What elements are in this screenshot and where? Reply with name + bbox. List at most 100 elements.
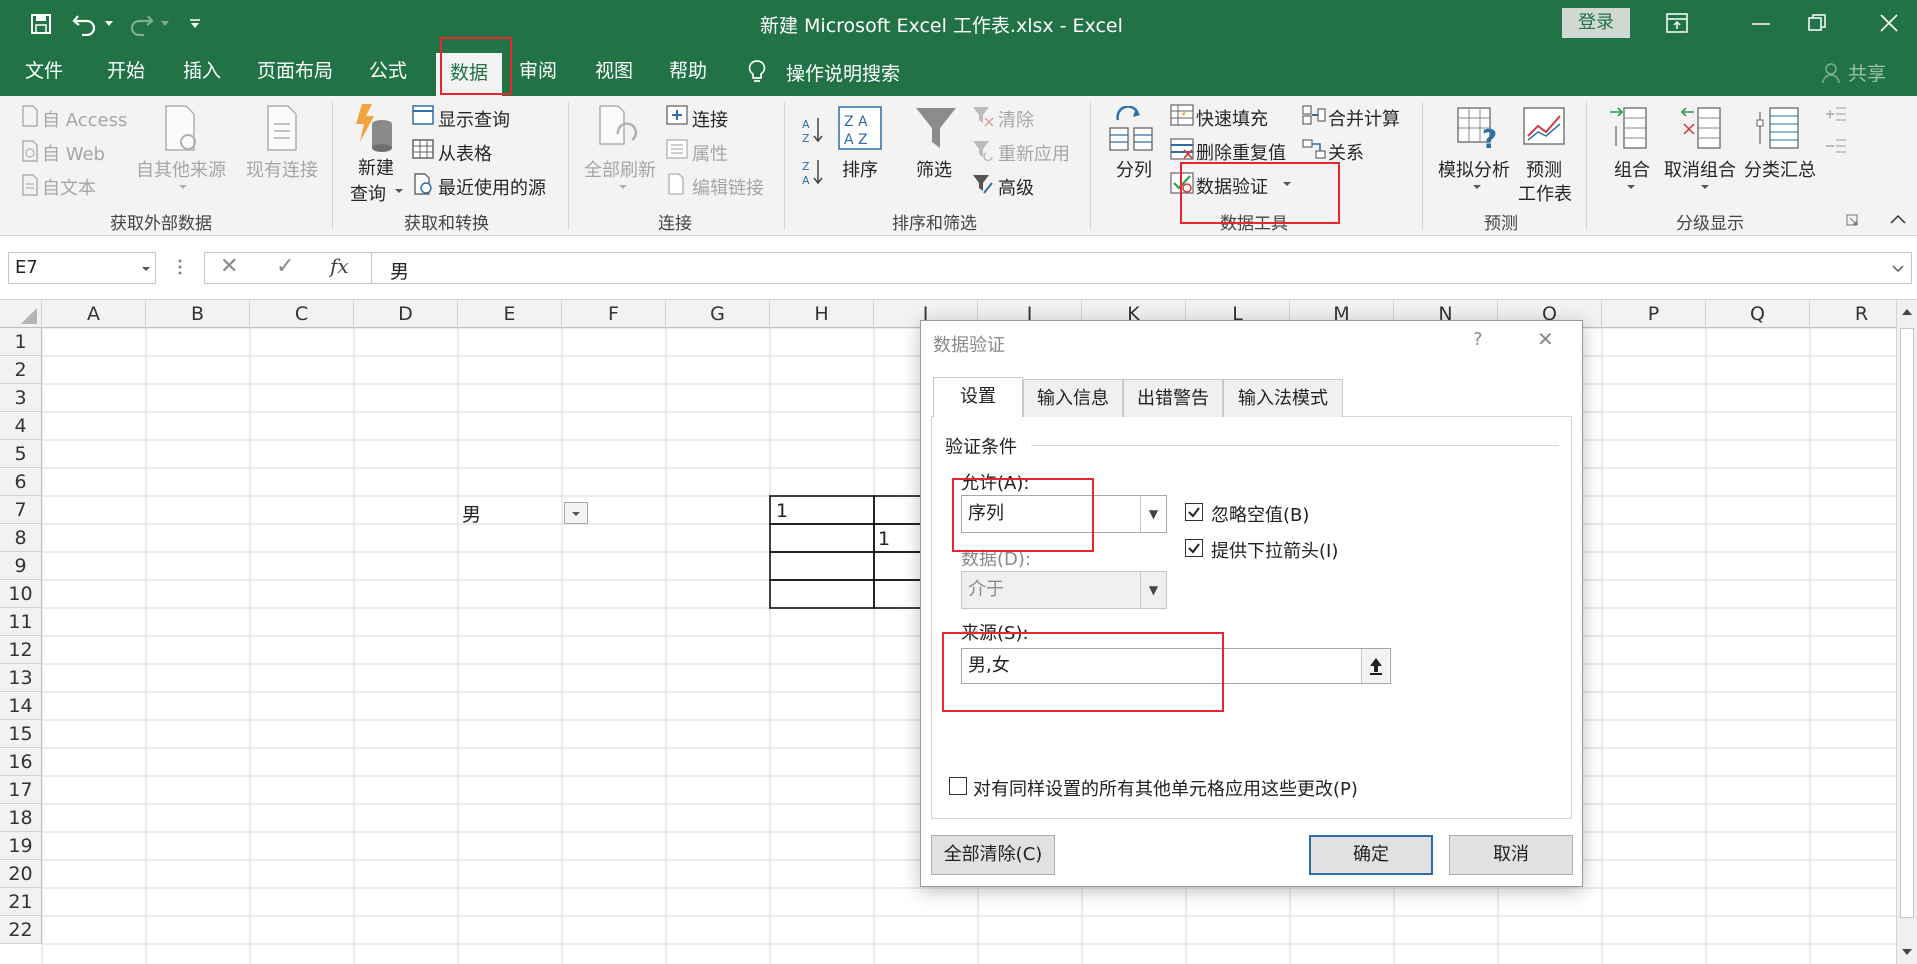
row-header-17[interactable]: 17	[0, 776, 42, 804]
reapply-button[interactable]: 重新应用	[998, 140, 1070, 166]
expand-formula-bar-icon[interactable]	[1892, 265, 1904, 273]
column-header-A[interactable]: A	[42, 300, 146, 328]
from-table-button[interactable]: 从表格	[438, 140, 492, 166]
forecast-sheet-label-2[interactable]: 工作表	[1518, 180, 1572, 206]
row-header-11[interactable]: 11	[0, 608, 42, 636]
group-button[interactable]: 组合	[1614, 156, 1650, 182]
column-header-P[interactable]: P	[1602, 300, 1706, 328]
save-icon[interactable]	[30, 13, 52, 35]
existing-connections-button[interactable]: 现有连接	[246, 156, 318, 182]
column-header-G[interactable]: G	[666, 300, 770, 328]
share-button[interactable]: 共享	[1848, 59, 1886, 86]
row-header-9[interactable]: 9	[0, 552, 42, 580]
column-header-Q[interactable]: Q	[1706, 300, 1810, 328]
row-header-21[interactable]: 21	[0, 888, 42, 916]
subtotal-button[interactable]: 分类汇总	[1744, 156, 1816, 182]
recent-sources-button[interactable]: 最近使用的源	[438, 174, 546, 200]
new-query-label-2[interactable]: 查询	[350, 180, 386, 206]
consolidate-button[interactable]: 合并计算	[1328, 105, 1400, 131]
ribbon-display-options-icon[interactable]	[1666, 13, 1688, 33]
edit-links-button[interactable]: 编辑链接	[692, 174, 764, 200]
new-query-label-1[interactable]: 新建	[358, 154, 394, 180]
tab-formulas[interactable]: 公式	[358, 47, 418, 96]
row-header-2[interactable]: 2	[0, 356, 42, 384]
collapse-dialog-button[interactable]	[1361, 649, 1389, 683]
dialog-tab-input-message[interactable]: 输入信息	[1023, 379, 1123, 417]
vertical-scrollbar[interactable]	[1896, 300, 1917, 964]
row-header-8[interactable]: 8	[0, 524, 42, 552]
row-header-19[interactable]: 19	[0, 832, 42, 860]
cell-H7[interactable]: 1	[776, 500, 788, 522]
text-to-columns-button[interactable]: 分列	[1116, 156, 1152, 182]
row-header-6[interactable]: 6	[0, 468, 42, 496]
dialog-tab-ime-mode[interactable]: 输入法模式	[1223, 379, 1343, 417]
row-header-3[interactable]: 3	[0, 384, 42, 412]
row-header-12[interactable]: 12	[0, 636, 42, 664]
row-header-18[interactable]: 18	[0, 804, 42, 832]
row-header-13[interactable]: 13	[0, 664, 42, 692]
dialog-tab-settings[interactable]: 设置	[933, 377, 1023, 417]
undo-dropdown-icon[interactable]	[104, 20, 114, 28]
apply-all-checkbox[interactable]	[949, 777, 967, 795]
in-cell-dropdown-label[interactable]: 提供下拉箭头(I)	[1211, 537, 1338, 563]
in-cell-dropdown-checkbox[interactable]	[1185, 539, 1203, 557]
undo-icon[interactable]	[72, 12, 98, 36]
clear-all-button[interactable]: 全部清除(C)	[931, 835, 1055, 875]
what-if-analysis-button[interactable]: 模拟分析	[1438, 156, 1510, 182]
row-header-14[interactable]: 14	[0, 692, 42, 720]
restore-icon[interactable]	[1808, 14, 1826, 32]
name-box[interactable]: E7	[8, 252, 156, 284]
connections-button[interactable]: 连接	[692, 106, 728, 132]
dialog-tab-error-alert[interactable]: 出错警告	[1123, 379, 1223, 417]
insert-function-icon[interactable]: fx	[330, 254, 349, 278]
column-header-H[interactable]: H	[770, 300, 874, 328]
filter-button[interactable]: 筛选	[916, 156, 952, 182]
row-header-16[interactable]: 16	[0, 748, 42, 776]
outline-settings-icon[interactable]	[1846, 214, 1858, 226]
apply-all-label[interactable]: 对有同样设置的所有其他单元格应用这些更改(P)	[973, 775, 1358, 801]
forecast-sheet-label-1[interactable]: 预测	[1526, 156, 1562, 182]
properties-button[interactable]: 属性	[692, 140, 728, 166]
tab-page-layout[interactable]: 页面布局	[250, 47, 340, 96]
tab-view[interactable]: 视图	[584, 47, 644, 96]
ignore-blank-checkbox[interactable]	[1185, 503, 1203, 521]
minimize-icon[interactable]	[1752, 22, 1770, 26]
customize-qat-icon[interactable]	[188, 18, 202, 30]
select-all-corner[interactable]	[0, 300, 42, 328]
cell-I8[interactable]: 1	[878, 528, 890, 550]
row-header-10[interactable]: 10	[0, 580, 42, 608]
sort-button[interactable]: 排序	[842, 156, 878, 182]
row-header-4[interactable]: 4	[0, 412, 42, 440]
tab-insert[interactable]: 插入	[172, 47, 232, 96]
row-header-1[interactable]: 1	[0, 328, 42, 356]
tab-review[interactable]: 审阅	[508, 47, 568, 96]
cell-E7[interactable]: 男	[462, 500, 481, 527]
advanced-button[interactable]: 高级	[998, 174, 1034, 200]
row-header-22[interactable]: 22	[0, 916, 42, 944]
name-box-dropdown-icon[interactable]	[141, 266, 151, 272]
dialog-close-icon[interactable]: ✕	[1537, 327, 1554, 351]
tab-file[interactable]: 文件	[14, 47, 74, 96]
refresh-all-button[interactable]: 全部刷新	[584, 156, 656, 182]
from-other-sources-button[interactable]: 自其他来源	[136, 156, 226, 182]
from-web-button[interactable]: 自 Web	[42, 140, 105, 166]
cancel-entry-icon[interactable]: ✕	[220, 254, 238, 279]
flash-fill-button[interactable]: 快速填充	[1196, 105, 1268, 131]
from-text-button[interactable]: 自文本	[42, 174, 96, 200]
formula-input[interactable]: 男	[372, 252, 1912, 284]
dialog-help-icon[interactable]: ?	[1473, 329, 1483, 350]
scroll-down-icon[interactable]	[1901, 948, 1913, 956]
column-header-E[interactable]: E	[458, 300, 562, 328]
row-header-7[interactable]: 7	[0, 496, 42, 524]
scroll-up-icon[interactable]	[1901, 308, 1913, 316]
tell-me-search[interactable]: 操作说明搜索	[786, 59, 900, 86]
row-header-15[interactable]: 15	[0, 720, 42, 748]
tab-home[interactable]: 开始	[96, 47, 156, 96]
scrollbar-thumb[interactable]	[1900, 328, 1914, 918]
tab-help[interactable]: 帮助	[658, 47, 718, 96]
cancel-button[interactable]: 取消	[1449, 835, 1573, 875]
column-header-B[interactable]: B	[146, 300, 250, 328]
enter-entry-icon[interactable]: ✓	[276, 254, 294, 279]
column-header-D[interactable]: D	[354, 300, 458, 328]
row-header-20[interactable]: 20	[0, 860, 42, 888]
